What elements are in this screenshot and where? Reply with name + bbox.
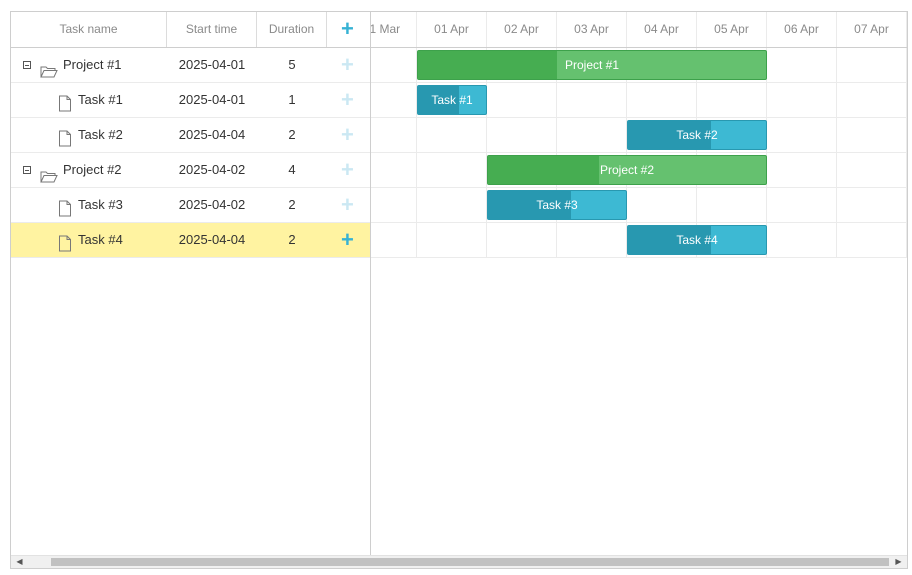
gantt-chart: Task name Start time Duration + Project …: [10, 11, 908, 569]
task-bar[interactable]: Task #1: [417, 85, 487, 115]
plus-icon[interactable]: +: [341, 12, 354, 46]
grid-header: Task name Start time Duration +: [11, 12, 370, 48]
horizontal-scrollbar[interactable]: ◀ ▶: [11, 555, 907, 568]
arrow-right-icon[interactable]: ▶: [892, 556, 905, 568]
task-name-cell[interactable]: Task #3: [11, 188, 167, 222]
timeline-date: 04 Apr: [627, 12, 697, 47]
task-bar[interactable]: Task #3: [487, 190, 627, 220]
timeline-date: 06 Apr: [767, 12, 837, 47]
timeline-date: 31 Mar: [371, 12, 417, 47]
bar-label: Project #1: [564, 58, 620, 72]
duration-cell[interactable]: 2: [257, 118, 327, 152]
bar-label: Task #3: [536, 198, 578, 212]
start-time-cell[interactable]: 2025-04-04: [167, 223, 257, 257]
timeline-row-line: [371, 187, 907, 188]
timeline-row-line: [371, 222, 907, 223]
timeline-date: 03 Apr: [557, 12, 627, 47]
timeline-row-line: [371, 117, 907, 118]
timeline-date: 02 Apr: [487, 12, 557, 47]
plus-icon[interactable]: +: [341, 118, 354, 152]
minus-box-icon[interactable]: [23, 166, 31, 174]
duration-cell[interactable]: 2: [257, 223, 327, 257]
scrollbar-thumb[interactable]: [51, 558, 889, 566]
task-row[interactable]: Project #2 2025-04-02 4 +: [11, 153, 370, 188]
timeline-row-line: [371, 82, 907, 83]
task-name-cell[interactable]: Task #4: [11, 223, 167, 257]
task-row[interactable]: Task #4 2025-04-04 2 +: [11, 223, 370, 258]
timeline-gridline: [836, 48, 837, 258]
timeline-row-line: [371, 257, 907, 258]
arrow-left-icon[interactable]: ◀: [13, 556, 26, 568]
task-name: Project #1: [63, 57, 122, 72]
bar-label: Project #2: [599, 163, 655, 177]
timeline-date: 01 Apr: [417, 12, 487, 47]
timeline-date: 07 Apr: [837, 12, 907, 47]
start-time-cell[interactable]: 2025-04-01: [167, 48, 257, 82]
start-time-cell[interactable]: 2025-04-04: [167, 118, 257, 152]
bar-label: Task #1: [431, 93, 473, 107]
project-bar[interactable]: Project #2: [487, 155, 767, 185]
task-bar[interactable]: Task #4: [627, 225, 767, 255]
start-time-cell[interactable]: 2025-04-01: [167, 83, 257, 117]
plus-icon[interactable]: +: [341, 223, 354, 257]
task-name-cell[interactable]: Project #2: [11, 153, 167, 187]
task-name: Task #2: [78, 127, 123, 142]
start-time-cell[interactable]: 2025-04-02: [167, 188, 257, 222]
column-header-duration[interactable]: Duration: [257, 12, 327, 47]
start-time-cell[interactable]: 2025-04-02: [167, 153, 257, 187]
task-bar[interactable]: Task #2: [627, 120, 767, 150]
duration-cell[interactable]: 2: [257, 188, 327, 222]
plus-icon[interactable]: +: [341, 83, 354, 117]
duration-cell[interactable]: 5: [257, 48, 327, 82]
task-name-cell[interactable]: Task #1: [11, 83, 167, 117]
task-name-cell[interactable]: Project #1: [11, 48, 167, 82]
timeline-gridline: [906, 48, 907, 258]
minus-box-icon[interactable]: [23, 61, 31, 69]
add-task-header[interactable]: +: [327, 12, 371, 47]
timeline-scale: 31 Mar01 Apr02 Apr03 Apr04 Apr05 Apr06 A…: [371, 12, 907, 48]
duration-cell[interactable]: 1: [257, 83, 327, 117]
duration-cell[interactable]: 4: [257, 153, 327, 187]
timeline-row-line: [371, 152, 907, 153]
plus-icon[interactable]: +: [341, 48, 354, 82]
task-name: Task #4: [78, 232, 123, 247]
task-row[interactable]: Task #3 2025-04-02 2 +: [11, 188, 370, 223]
project-bar[interactable]: Project #1: [417, 50, 767, 80]
plus-icon[interactable]: +: [341, 188, 354, 222]
task-row[interactable]: Task #1 2025-04-01 1 +: [11, 83, 370, 118]
column-header-task-name[interactable]: Task name: [11, 12, 167, 47]
timeline-chart: 31 Mar01 Apr02 Apr03 Apr04 Apr05 Apr06 A…: [371, 12, 907, 557]
task-row[interactable]: Project #1 2025-04-01 5 +: [11, 48, 370, 83]
task-row[interactable]: Task #2 2025-04-04 2 +: [11, 118, 370, 153]
file-icon: [58, 231, 72, 265]
timeline-date: 05 Apr: [697, 12, 767, 47]
task-name-cell[interactable]: Task #2: [11, 118, 167, 152]
task-name: Task #1: [78, 92, 123, 107]
task-grid: Task name Start time Duration + Project …: [11, 12, 371, 557]
column-header-start-time[interactable]: Start time: [167, 12, 257, 47]
plus-icon[interactable]: +: [341, 153, 354, 187]
bar-label: Task #2: [676, 128, 718, 142]
task-name: Project #2: [63, 162, 122, 177]
bar-label: Task #4: [676, 233, 718, 247]
task-name: Task #3: [78, 197, 123, 212]
